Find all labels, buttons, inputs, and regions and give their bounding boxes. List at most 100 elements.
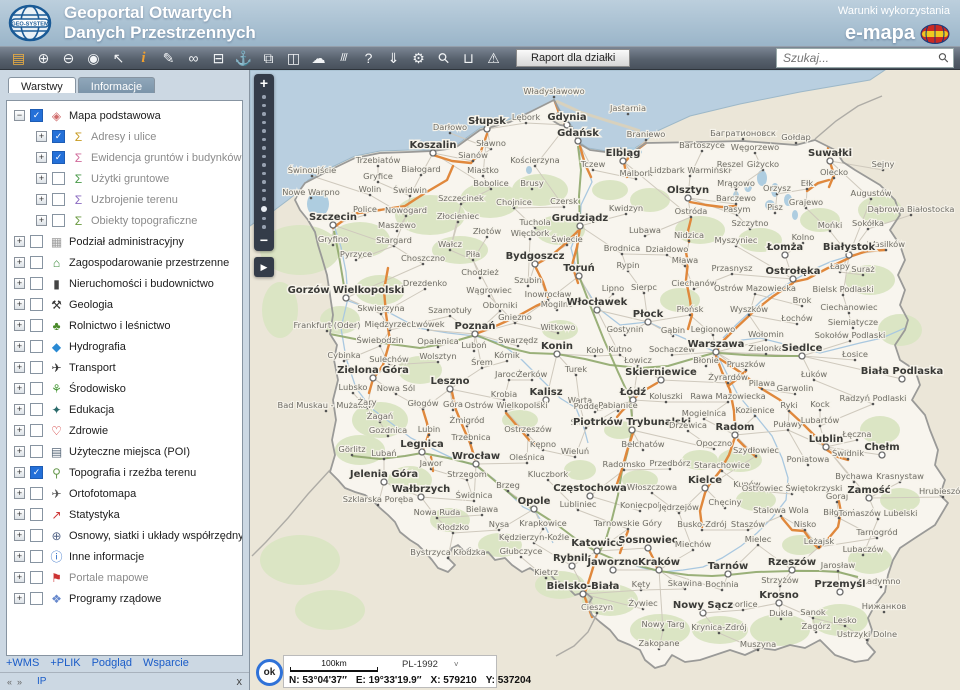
zoom-level-dot[interactable] (262, 95, 266, 99)
tree-expander[interactable]: + (14, 593, 25, 604)
layer-label[interactable]: Obiekty topograficzne (91, 215, 197, 227)
cart-icon[interactable]: ⊔ (456, 47, 481, 69)
tree-expander[interactable]: + (14, 299, 25, 310)
layer-label[interactable]: Użytki gruntowe (91, 173, 169, 185)
layer-label[interactable]: Uzbrojenie terenu (91, 194, 178, 206)
layer-checkbox[interactable] (30, 508, 43, 521)
info-icon[interactable]: i (131, 47, 156, 69)
tree-expander[interactable]: + (14, 278, 25, 289)
zoom-level-dot[interactable] (261, 206, 267, 212)
tree-expander[interactable]: + (14, 551, 25, 562)
layer-label[interactable]: Nieruchomości i budownictwo (69, 278, 214, 290)
layer-label[interactable]: Geologia (69, 299, 113, 311)
layer-label[interactable]: Podział administracyjny (69, 236, 184, 248)
tree-expander[interactable]: + (36, 194, 47, 205)
layer-checkbox[interactable] (52, 193, 65, 206)
tree-expander[interactable]: + (14, 236, 25, 247)
tree-expander[interactable]: + (14, 257, 25, 268)
zoom-level-dot[interactable] (262, 112, 266, 116)
layer-checkbox[interactable] (30, 550, 43, 563)
tree-expander[interactable]: − (14, 110, 25, 121)
tab-warstwy[interactable]: Warstwy (8, 77, 76, 93)
sidebar-link[interactable]: +PLIK (50, 657, 80, 669)
search-box[interactable]: ⚲ (776, 48, 954, 68)
layer-checkbox[interactable] (30, 424, 43, 437)
sidebar-link[interactable]: Podgląd (92, 657, 132, 669)
tree-expander[interactable]: + (14, 320, 25, 331)
layer-label[interactable]: Mapa podstawowa (69, 110, 161, 122)
layer-checkbox[interactable] (30, 487, 43, 500)
layer-checkbox[interactable] (30, 403, 43, 416)
sidebar-link[interactable]: +WMS (6, 657, 39, 669)
collapse-left-icon[interactable]: « (7, 677, 12, 687)
layer-label[interactable]: Hydrografia (69, 341, 126, 353)
ok-button[interactable]: ok (256, 659, 283, 686)
tree-expander[interactable]: + (36, 131, 47, 142)
tree-expander[interactable]: + (14, 572, 25, 583)
tree-expander[interactable]: + (14, 467, 25, 478)
search-input[interactable] (781, 50, 939, 66)
tree-expander[interactable]: + (14, 425, 25, 436)
layer-checkbox[interactable] (52, 172, 65, 185)
layer-checkbox[interactable] (30, 319, 43, 332)
layer-checkbox[interactable] (30, 529, 43, 542)
alert-icon[interactable]: ⚠ (481, 47, 506, 69)
layer-label[interactable]: Transport (69, 362, 116, 374)
layer-label[interactable]: Zdrowie (69, 425, 108, 437)
cloud-download-icon[interactable]: ⇓ (381, 47, 406, 69)
tree-expander[interactable]: + (14, 383, 25, 394)
tree-expander[interactable]: + (14, 404, 25, 415)
tree-expander[interactable]: + (14, 341, 25, 352)
terms-link[interactable]: Warunki wykorzystania (838, 5, 950, 17)
close-panel-button[interactable]: x (237, 676, 243, 688)
layer-label[interactable]: Portale mapowe (69, 572, 149, 584)
measure-icon[interactable]: ✎ (156, 47, 181, 69)
zoom-level-dot[interactable] (262, 129, 266, 133)
zoom-level-dot[interactable] (262, 225, 266, 229)
layer-label[interactable]: Topografia i rzeźba terenu (69, 467, 196, 479)
layers-icon[interactable]: ▤ (6, 47, 31, 69)
ip-link[interactable]: IP (37, 676, 236, 687)
tree-expander[interactable]: + (14, 488, 25, 499)
tree-expander[interactable]: + (14, 530, 25, 541)
select-area-icon[interactable]: ◉ (81, 47, 106, 69)
layer-checkbox[interactable] (52, 214, 65, 227)
layer-checkbox[interactable] (30, 340, 43, 353)
layer-checkbox[interactable] (30, 382, 43, 395)
layer-checkbox[interactable] (30, 256, 43, 269)
pointer-icon[interactable]: ↖ (106, 47, 131, 69)
zoom-level-dot[interactable] (262, 189, 266, 193)
zoom-level-dot[interactable] (262, 155, 266, 159)
layer-checkbox[interactable] (30, 361, 43, 374)
layer-label[interactable]: Statystyka (69, 509, 120, 521)
layer-checkbox[interactable]: ✓ (52, 151, 65, 164)
print-icon[interactable]: ⊟ (206, 47, 231, 69)
layer-checkbox[interactable] (30, 298, 43, 311)
report-button[interactable]: Raport dla działki (516, 49, 630, 67)
collapse-right-icon[interactable]: » (17, 677, 22, 687)
tree-expander[interactable]: + (14, 509, 25, 520)
windows-icon[interactable]: ⧉ (256, 47, 281, 69)
layer-checkbox[interactable]: ✓ (52, 130, 65, 143)
tree-expander[interactable]: + (36, 173, 47, 184)
zoom-level-dot[interactable] (262, 180, 266, 184)
layer-label[interactable]: Zagospodarowanie przestrzenne (69, 257, 229, 269)
layer-label[interactable]: Środowisko (69, 383, 126, 395)
sidebar-toggle-button[interactable]: ▶ (254, 257, 274, 277)
layer-checkbox[interactable]: ✓ (30, 109, 43, 122)
zoom-level-dot[interactable] (262, 217, 266, 221)
layer-label[interactable]: Ewidencja gruntów i budynków (91, 152, 241, 164)
zoom-level-dot[interactable] (262, 163, 266, 167)
tree-expander[interactable]: + (14, 446, 25, 457)
panels-icon[interactable]: ◫ (281, 47, 306, 69)
layer-checkbox[interactable] (30, 571, 43, 584)
layer-checkbox[interactable] (30, 235, 43, 248)
tree-expander[interactable]: + (14, 362, 25, 373)
zoom-level-dot[interactable] (262, 138, 266, 142)
tab-informacje[interactable]: Informacje (78, 77, 155, 93)
layer-label[interactable]: Użyteczne miejsca (POI) (69, 446, 190, 458)
hatch-icon[interactable]: /// (331, 47, 356, 69)
zoom-level-dot[interactable] (262, 104, 266, 108)
anchor-icon[interactable]: ⚓ (231, 47, 256, 69)
help-icon[interactable]: ? (356, 47, 381, 69)
